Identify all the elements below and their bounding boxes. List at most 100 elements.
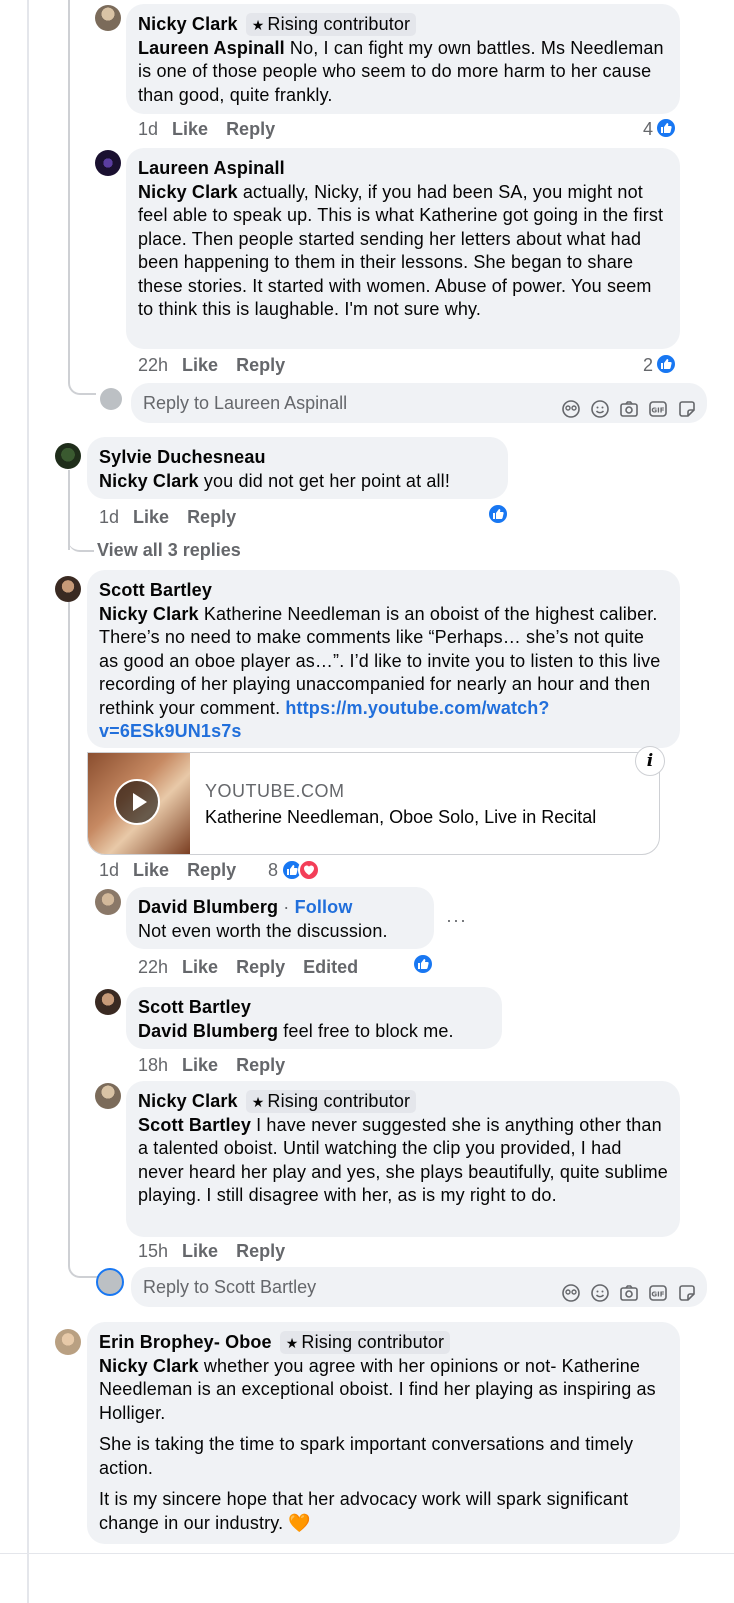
timestamp[interactable]: 1d	[138, 119, 158, 139]
like-button[interactable]: Like	[182, 355, 218, 375]
like-button[interactable]: Like	[172, 119, 208, 139]
avatar[interactable]	[55, 443, 81, 469]
reaction-count[interactable]: 4	[643, 118, 653, 140]
avatar[interactable]	[95, 5, 121, 31]
link-title[interactable]: Katherine Needleman, Oboe Solo, Live in …	[205, 807, 596, 828]
like-icon[interactable]	[412, 953, 434, 975]
comment-actions: 15h Like Reply	[138, 1240, 303, 1262]
like-button[interactable]: Like	[182, 1055, 218, 1075]
svg-text:GIF: GIF	[651, 407, 664, 415]
comment-bubble: Sylvie Duchesneau Nicky Clark you did no…	[87, 437, 508, 499]
comment-bubble: Laureen Aspinall Nicky Clark actually, N…	[126, 148, 680, 349]
svg-text:GIF: GIF	[651, 1291, 664, 1299]
avatar[interactable]	[95, 150, 121, 176]
gif-icon[interactable]: GIF	[648, 1277, 668, 1301]
mention-tag[interactable]: Scott Bartley	[138, 1115, 251, 1135]
reaction-count[interactable]: 2	[643, 354, 653, 376]
reply-input[interactable]: Reply to Laureen Aspinall GIF	[131, 383, 707, 423]
thread-line-outer	[27, 0, 29, 1603]
link-domain: YOUTUBE.COM	[205, 781, 345, 801]
like-icon[interactable]	[487, 503, 509, 525]
avatar-sticker-icon[interactable]	[677, 393, 697, 417]
comment-author[interactable]: David Blumberg	[138, 897, 278, 917]
comment-bubble: Nicky Clark ★ Rising contributor Scott Bar…	[126, 1081, 680, 1237]
reply-input[interactable]: Reply to Scott Bartley GIF	[131, 1267, 707, 1307]
like-button[interactable]: Like	[182, 957, 218, 977]
star-icon: ★	[251, 1094, 265, 1110]
like-icon	[655, 117, 677, 139]
composer-icons: GIF	[561, 393, 697, 418]
comment-bubble: Erin Brophey- Oboe ★ Rising contributor Ni…	[87, 1322, 680, 1544]
follow-button[interactable]: Follow	[295, 897, 353, 917]
avatar[interactable]	[95, 889, 121, 915]
thread-connector	[68, 0, 96, 395]
more-options-icon[interactable]: ···	[446, 910, 467, 931]
link-preview-card[interactable]: YOUTUBE.COM Katherine Needleman, Oboe So…	[87, 752, 660, 855]
reaction-count[interactable]: 8	[268, 859, 278, 881]
comment-author[interactable]: Erin Brophey- Oboe	[99, 1332, 272, 1352]
gif-icon[interactable]: GIF	[648, 393, 668, 417]
avatar[interactable]	[55, 576, 81, 602]
my-avatar	[100, 388, 122, 410]
comment-actions: 22h Like Reply	[138, 354, 303, 376]
reply-button[interactable]: Reply	[187, 507, 236, 527]
star-icon: ★	[285, 1335, 299, 1351]
my-avatar	[96, 1268, 124, 1296]
comment-paragraph: She is taking the time to spark importan…	[99, 1434, 634, 1478]
avatar[interactable]	[55, 1329, 81, 1355]
timestamp[interactable]: 22h	[138, 957, 168, 977]
comment-author[interactable]: Sylvie Duchesneau	[99, 447, 266, 467]
timestamp[interactable]: 1d	[99, 507, 119, 527]
composer-icons: GIF	[561, 1277, 697, 1302]
comment-text: feel free to block me.	[278, 1020, 454, 1041]
edited-label: Edited	[303, 957, 359, 977]
comment-author[interactable]: Nicky Clark	[138, 14, 238, 34]
like-button[interactable]: Like	[182, 1241, 218, 1261]
play-icon[interactable]	[114, 779, 160, 825]
separator: ·	[278, 897, 295, 917]
avatar-sticker-icon[interactable]	[677, 1277, 697, 1301]
camera-icon[interactable]	[619, 1277, 639, 1301]
avatar[interactable]	[95, 989, 121, 1015]
mention-tag[interactable]: Nicky Clark	[99, 1356, 199, 1376]
sticker-icon[interactable]	[561, 393, 581, 418]
reply-button[interactable]: Reply	[236, 1055, 285, 1075]
rising-contributor-badge: ★ Rising contributor	[245, 1090, 417, 1113]
info-icon[interactable]: i	[635, 746, 665, 776]
emoji-icon[interactable]	[590, 393, 610, 418]
mention-tag[interactable]: Nicky Clark	[138, 182, 238, 202]
comment-bubble: Nicky Clark ★ Rising contributor Laureen A…	[126, 4, 680, 114]
comment-author[interactable]: Laureen Aspinall	[138, 158, 285, 178]
bottom-divider	[0, 1553, 734, 1554]
timestamp[interactable]: 22h	[138, 355, 168, 375]
emoji-icon[interactable]	[590, 1277, 610, 1302]
like-button[interactable]: Like	[133, 507, 169, 527]
mention-tag[interactable]: Nicky Clark	[99, 471, 199, 491]
avatar[interactable]	[95, 1083, 121, 1109]
timestamp[interactable]: 18h	[138, 1055, 168, 1075]
camera-icon[interactable]	[619, 393, 639, 417]
comment-author[interactable]: Scott Bartley	[138, 997, 251, 1017]
reply-button[interactable]: Reply	[236, 957, 285, 977]
reply-button[interactable]: Reply	[236, 1241, 285, 1261]
comment-author[interactable]: Nicky Clark	[138, 1091, 238, 1111]
reply-placeholder: Reply to Laureen Aspinall	[143, 393, 348, 413]
timestamp[interactable]: 15h	[138, 1241, 168, 1261]
sticker-icon[interactable]	[561, 1277, 581, 1302]
comment-actions: 1d Like Reply	[138, 118, 293, 140]
timestamp[interactable]: 1d	[99, 860, 119, 880]
like-button[interactable]: Like	[133, 860, 169, 880]
mention-tag[interactable]: David Blumberg	[138, 1021, 278, 1041]
rising-contributor-badge: ★ Rising contributor	[245, 13, 417, 36]
reply-button[interactable]: Reply	[236, 355, 285, 375]
comment-actions: 1d Like Reply	[99, 859, 254, 881]
comment-bubble: Scott Bartley David Blumberg feel free t…	[126, 987, 502, 1049]
comment-text: actually, Nicky, if you had been SA, you…	[138, 181, 664, 320]
comment-actions: 1d Like Reply	[99, 506, 254, 528]
view-all-replies-link[interactable]: View all 3 replies	[97, 540, 241, 561]
reply-button[interactable]: Reply	[226, 119, 275, 139]
reply-button[interactable]: Reply	[187, 860, 236, 880]
mention-tag[interactable]: Nicky Clark	[99, 604, 199, 624]
comment-author[interactable]: Scott Bartley	[99, 580, 212, 600]
mention-tag[interactable]: Laureen Aspinall	[138, 38, 285, 58]
